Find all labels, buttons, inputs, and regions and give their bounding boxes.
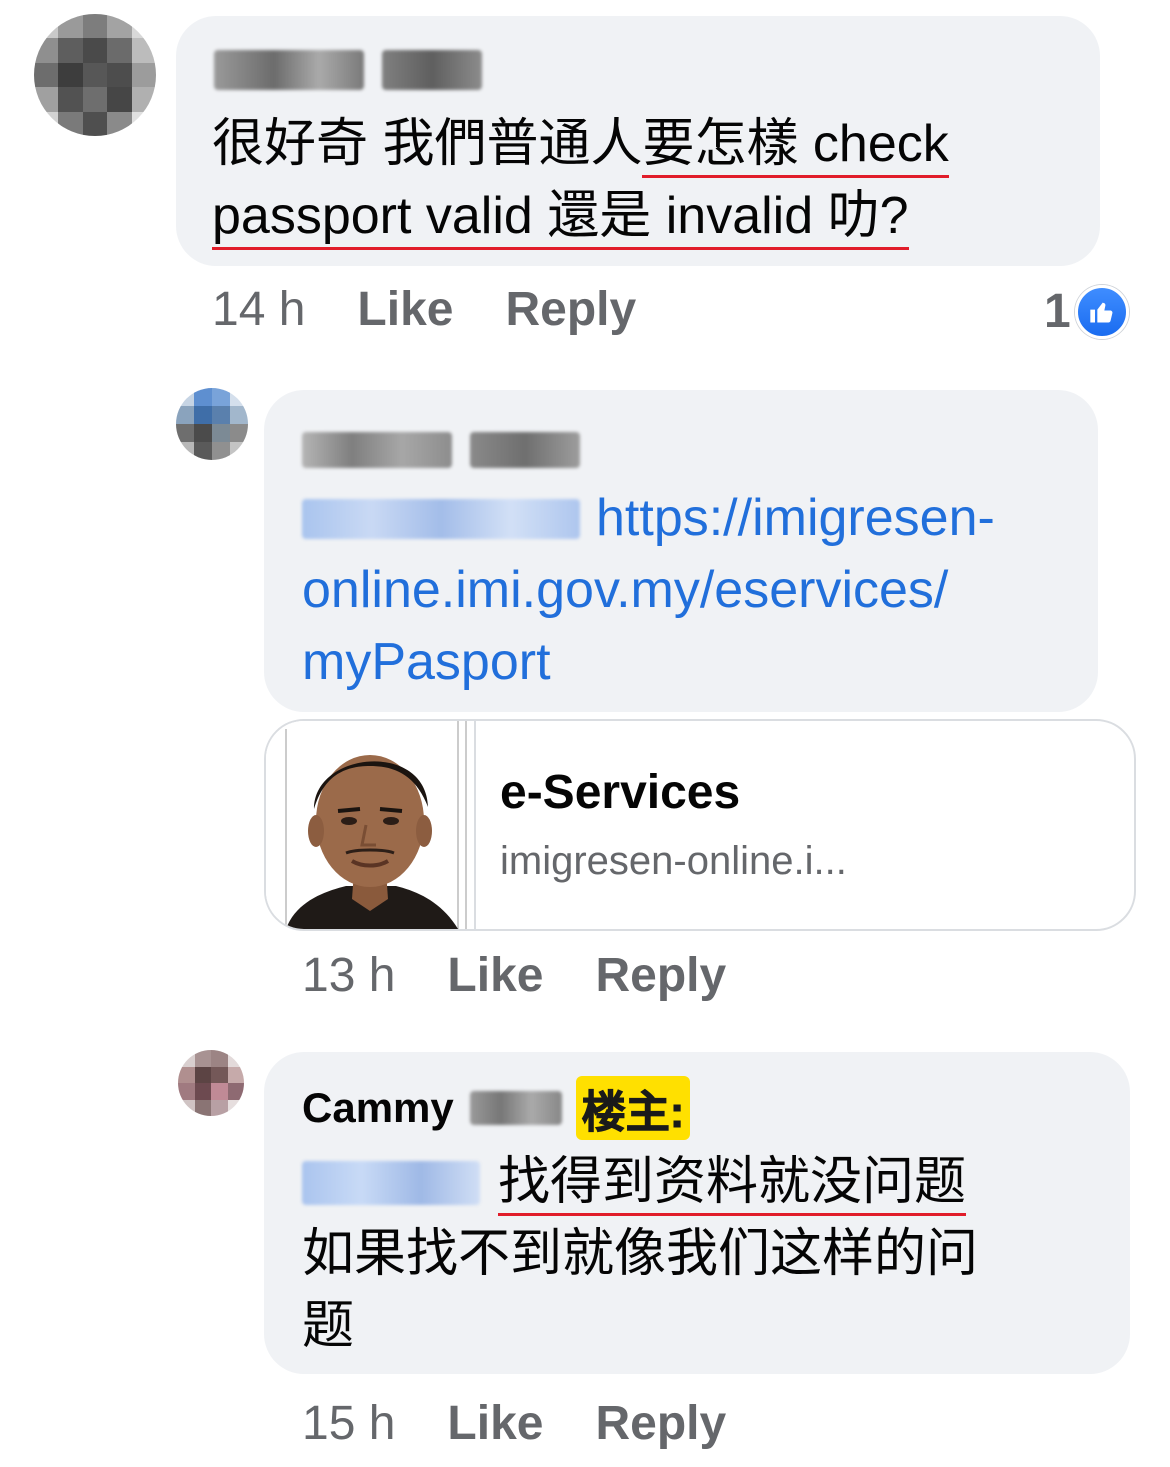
comment-text-1: 很好奇 我們普通人要怎樣 check passport valid 還是 inv…: [212, 108, 1082, 252]
passport-photo-image: [266, 721, 474, 929]
link-part-2[interactable]: online.imi.gov.my/eservices/: [302, 561, 948, 619]
link-preview-card[interactable]: e-Services imigresen-online.i...: [264, 719, 1136, 931]
reply-text-3: 找得到资料就没问题 如果找不到就像我们这样的问 题: [302, 1146, 1122, 1362]
like-button[interactable]: Like: [357, 283, 453, 336]
author-name-redacted-1[interactable]: [214, 50, 483, 95]
preview-thumbnail: [266, 721, 476, 929]
reply-text-3-line3: 题: [302, 1297, 355, 1355]
reply-text-3-line2: 如果找不到就像我们这样的问: [302, 1225, 979, 1283]
link-part-1[interactable]: https://imigresen-: [596, 489, 995, 547]
link-part-3[interactable]: myPasport: [302, 633, 551, 691]
reply-button[interactable]: Reply: [595, 949, 726, 1002]
timestamp[interactable]: 13 h: [302, 949, 395, 1002]
preview-title: e-Services: [500, 766, 741, 819]
reply-button[interactable]: Reply: [595, 1397, 726, 1450]
reply-text-2: https://imigresen- online.imi.gov.my/ese…: [302, 482, 1082, 698]
reaction-summary-1[interactable]: 1: [1044, 284, 1129, 339]
comment-bubble-2: https://imigresen- online.imi.gov.my/ese…: [264, 390, 1098, 712]
like-button[interactable]: Like: [447, 1397, 543, 1450]
thumbs-up-icon: [1074, 284, 1129, 339]
comment-actions-2: 13 h Like Reply: [302, 948, 778, 1003]
comment-text-1-part1: 很好奇 我們普通人: [212, 115, 643, 173]
comment-actions-3: 15 h Like Reply: [302, 1396, 778, 1451]
mention-redacted-2[interactable]: [302, 499, 580, 539]
author-name-redacted-2[interactable]: [302, 432, 581, 473]
commenter-avatar-3[interactable]: [178, 1050, 244, 1116]
author-name-3[interactable]: Cammy: [302, 1084, 454, 1132]
comment-actions-1: 14 h Like Reply: [212, 282, 688, 337]
comment-bubble-1: 很好奇 我們普通人要怎樣 check passport valid 還是 inv…: [176, 16, 1100, 266]
comment-bubble-3: Cammy 楼主: 找得到资料就没问题 如果找不到就像我们这样的问 题: [264, 1052, 1130, 1374]
reply-text-3-line1: 找得到资料就没问题: [498, 1153, 967, 1216]
timestamp[interactable]: 14 h: [212, 283, 305, 336]
reply-button[interactable]: Reply: [505, 283, 636, 336]
reaction-count: 1: [1044, 285, 1071, 338]
like-button[interactable]: Like: [447, 949, 543, 1002]
author-surname-redacted-3[interactable]: [469, 1091, 562, 1125]
mention-redacted-3[interactable]: [302, 1161, 480, 1205]
timestamp[interactable]: 15 h: [302, 1397, 395, 1450]
commenter-avatar-1[interactable]: [34, 14, 156, 136]
op-tag: 楼主:: [575, 1076, 691, 1140]
commenter-avatar-2[interactable]: [176, 388, 248, 460]
preview-domain: imigresen-online.i...: [500, 839, 847, 883]
comment-text-1-line2: passport valid 還是 invalid 叻?: [212, 187, 909, 250]
comment-text-1-underlined: 要怎樣 check: [642, 115, 949, 178]
author-row-3: Cammy 楼主:: [302, 1076, 691, 1140]
